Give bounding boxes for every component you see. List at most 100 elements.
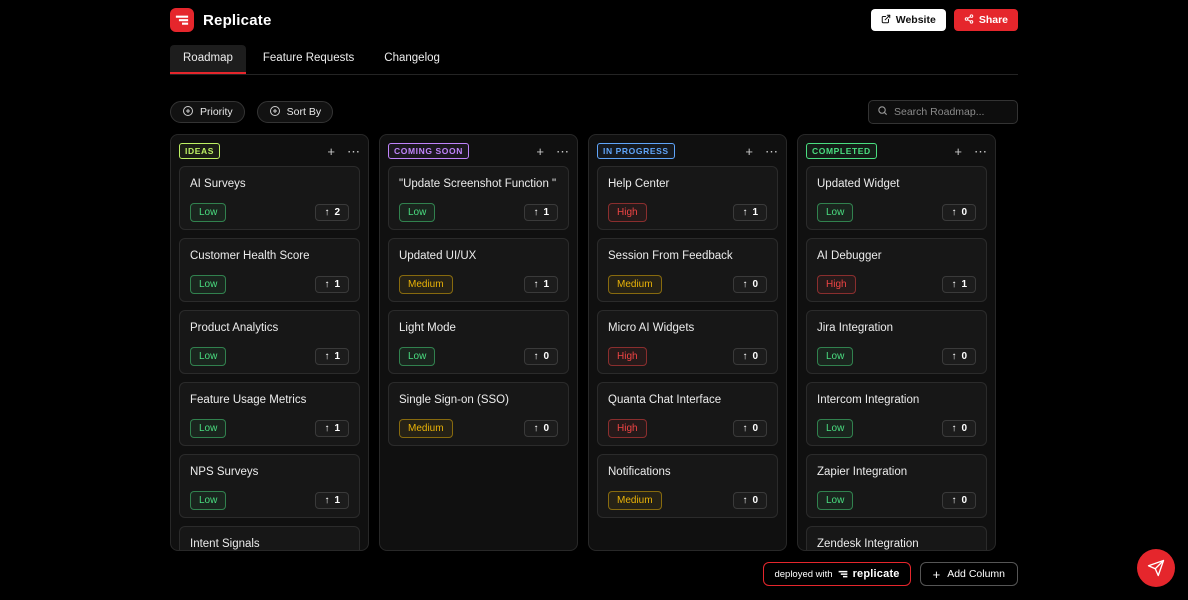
upvote-button[interactable]: ↑ 2 bbox=[315, 204, 349, 221]
upvote-arrow-icon: ↑ bbox=[951, 423, 957, 434]
column-header: COMPLETED + ⋯ bbox=[806, 142, 987, 160]
roadmap-card[interactable]: Updated Widget Low ↑ 0 bbox=[806, 166, 987, 230]
priority-badge: High bbox=[608, 419, 647, 438]
priority-badge: Medium bbox=[399, 419, 453, 438]
app-title: Replicate bbox=[203, 11, 272, 29]
roadmap-card[interactable]: Feature Usage Metrics Low ↑ 1 bbox=[179, 382, 360, 446]
card-title: Feature Usage Metrics bbox=[190, 394, 307, 406]
roadmap-card[interactable]: Micro AI Widgets High ↑ 0 bbox=[597, 310, 778, 374]
upvote-button[interactable]: ↑ 1 bbox=[315, 420, 349, 437]
vote-count: 0 bbox=[752, 495, 758, 506]
roadmap-card[interactable]: Light Mode Low ↑ 0 bbox=[388, 310, 569, 374]
roadmap-card[interactable]: "Update Screenshot Function " Low ↑ 1 bbox=[388, 166, 569, 230]
upvote-button[interactable]: ↑ 0 bbox=[942, 492, 976, 509]
share-icon bbox=[964, 13, 974, 27]
upvote-button[interactable]: ↑ 1 bbox=[524, 276, 558, 293]
upvote-button[interactable]: ↑ 0 bbox=[942, 348, 976, 365]
roadmap-card[interactable]: Intercom Integration Low ↑ 0 bbox=[806, 382, 987, 446]
vote-count: 1 bbox=[961, 279, 967, 290]
tab-feature-requests[interactable]: Feature Requests bbox=[250, 45, 367, 74]
priority-badge: High bbox=[608, 203, 647, 222]
share-button[interactable]: Share bbox=[953, 9, 1018, 31]
upvote-button[interactable]: ↑ 1 bbox=[315, 492, 349, 509]
upvote-button[interactable]: ↑ 0 bbox=[733, 348, 767, 365]
roadmap-card[interactable]: Quanta Chat Interface High ↑ 0 bbox=[597, 382, 778, 446]
card-title: Updated UI/UX bbox=[399, 250, 477, 262]
priority-badge: Low bbox=[190, 491, 227, 510]
upvote-button[interactable]: ↑ 0 bbox=[942, 204, 976, 221]
upvote-button[interactable]: ↑ 0 bbox=[524, 348, 558, 365]
card-meta: Low ↑ 0 bbox=[817, 419, 976, 438]
card-meta: Low ↑ 1 bbox=[190, 419, 349, 438]
website-button-label: Website bbox=[895, 14, 936, 26]
upvote-arrow-icon: ↑ bbox=[951, 207, 957, 218]
priority-badge: High bbox=[608, 347, 647, 366]
card-meta: High ↑ 1 bbox=[817, 275, 976, 294]
add-card-icon[interactable]: + bbox=[536, 145, 544, 158]
card-title: Quanta Chat Interface bbox=[608, 394, 722, 406]
upvote-arrow-icon: ↑ bbox=[533, 423, 539, 434]
priority-filter-button[interactable]: Priority bbox=[170, 101, 245, 123]
card-title: AI Debugger bbox=[817, 250, 882, 262]
card-title: Product Analytics bbox=[190, 322, 279, 334]
roadmap-card[interactable]: Jira Integration Low ↑ 0 bbox=[806, 310, 987, 374]
upvote-button[interactable]: ↑ 0 bbox=[942, 420, 976, 437]
card-title: Customer Health Score bbox=[190, 250, 310, 262]
roadmap-card[interactable]: AI Debugger High ↑ 1 bbox=[806, 238, 987, 302]
upvote-arrow-icon: ↑ bbox=[533, 351, 539, 362]
upvote-button[interactable]: ↑ 0 bbox=[733, 492, 767, 509]
priority-badge: Medium bbox=[399, 275, 453, 294]
board-footer: deployed with replicate + Add Column bbox=[170, 562, 1018, 586]
upvote-button[interactable]: ↑ 0 bbox=[733, 420, 767, 437]
roadmap-card[interactable]: AI Surveys Low ↑ 2 bbox=[179, 166, 360, 230]
roadmap-card[interactable]: Customer Health Score Low ↑ 1 bbox=[179, 238, 360, 302]
tab-roadmap[interactable]: Roadmap bbox=[170, 45, 246, 74]
column-menu-icon[interactable]: ⋯ bbox=[765, 145, 778, 158]
card-meta: Low ↑ 1 bbox=[190, 347, 349, 366]
deployed-with-badge[interactable]: deployed with replicate bbox=[763, 562, 911, 586]
roadmap-card[interactable]: Notifications Medium ↑ 0 bbox=[597, 454, 778, 518]
roadmap-card[interactable]: Updated UI/UX Medium ↑ 1 bbox=[388, 238, 569, 302]
search-input[interactable] bbox=[894, 106, 1009, 118]
upvote-arrow-icon: ↑ bbox=[742, 279, 748, 290]
upvote-button[interactable]: ↑ 1 bbox=[524, 204, 558, 221]
vote-count: 0 bbox=[752, 279, 758, 290]
add-card-icon[interactable]: + bbox=[327, 145, 335, 158]
upvote-button[interactable]: ↑ 0 bbox=[733, 276, 767, 293]
priority-badge: Low bbox=[190, 203, 227, 222]
upvote-button[interactable]: ↑ 1 bbox=[315, 348, 349, 365]
column-actions: + ⋯ bbox=[536, 145, 569, 158]
roadmap-card[interactable]: Zapier Integration Low ↑ 0 bbox=[806, 454, 987, 518]
external-link-icon bbox=[881, 14, 891, 27]
vote-count: 0 bbox=[961, 351, 967, 362]
add-card-icon[interactable]: + bbox=[745, 145, 753, 158]
roadmap-card[interactable]: Intent Signals bbox=[179, 526, 360, 550]
board-column: IN PROGRESS + ⋯ Help Center High ↑ 1 Ses… bbox=[588, 134, 787, 551]
upvote-arrow-icon: ↑ bbox=[742, 351, 748, 362]
roadmap-card[interactable]: Session From Feedback Medium ↑ 0 bbox=[597, 238, 778, 302]
send-feedback-fab[interactable] bbox=[1137, 549, 1175, 587]
add-column-button[interactable]: + Add Column bbox=[919, 562, 1018, 586]
sort-by-button[interactable]: Sort By bbox=[256, 101, 334, 123]
website-button[interactable]: Website bbox=[870, 9, 946, 31]
upvote-button[interactable]: ↑ 1 bbox=[315, 276, 349, 293]
upvote-button[interactable]: ↑ 1 bbox=[733, 204, 767, 221]
sort-by-label: Sort By bbox=[286, 106, 322, 118]
column-menu-icon[interactable]: ⋯ bbox=[974, 145, 987, 158]
roadmap-card[interactable]: Single Sign-on (SSO) Medium ↑ 0 bbox=[388, 382, 569, 446]
card-meta: Low ↑ 1 bbox=[190, 275, 349, 294]
tab-changelog[interactable]: Changelog bbox=[371, 45, 453, 74]
card-meta: Low ↑ 1 bbox=[190, 491, 349, 510]
column-menu-icon[interactable]: ⋯ bbox=[556, 145, 569, 158]
upvote-button[interactable]: ↑ 1 bbox=[942, 276, 976, 293]
priority-badge: Medium bbox=[608, 491, 662, 510]
priority-badge: Low bbox=[817, 491, 854, 510]
column-menu-icon[interactable]: ⋯ bbox=[347, 145, 360, 158]
roadmap-card[interactable]: Product Analytics Low ↑ 1 bbox=[179, 310, 360, 374]
roadmap-card[interactable]: NPS Surveys Low ↑ 1 bbox=[179, 454, 360, 518]
card-title: AI Surveys bbox=[190, 178, 246, 190]
upvote-button[interactable]: ↑ 0 bbox=[524, 420, 558, 437]
roadmap-card[interactable]: Help Center High ↑ 1 bbox=[597, 166, 778, 230]
add-card-icon[interactable]: + bbox=[954, 145, 962, 158]
roadmap-card[interactable]: Zendesk Integration bbox=[806, 526, 987, 550]
